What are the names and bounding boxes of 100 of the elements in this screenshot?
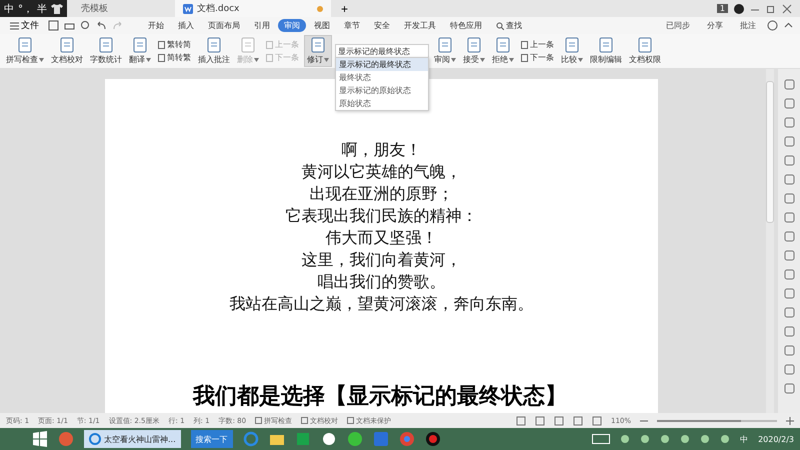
check-box-icon	[301, 417, 308, 424]
ribbon-tab[interactable]: 页面布局	[202, 19, 246, 32]
menu-item[interactable]: 原始状态	[336, 96, 428, 110]
shirt-icon	[51, 4, 63, 14]
view-icon[interactable]	[572, 416, 583, 426]
ribbon-tab[interactable]: 章节	[338, 19, 366, 32]
square-icon[interactable]	[784, 98, 794, 109]
app-icon[interactable]	[294, 431, 311, 447]
toolbar-link[interactable]: 已同步	[660, 19, 696, 32]
ribbon-tab[interactable]: 视图	[308, 19, 336, 32]
ribbon-tab[interactable]: 开发工具	[398, 19, 442, 32]
close-icon[interactable]	[782, 4, 792, 14]
ribbon-button[interactable]: 文档校对	[49, 36, 85, 66]
search-button[interactable]: 搜索一下	[190, 430, 233, 448]
tray-icon[interactable]	[680, 434, 690, 444]
browser-icon	[89, 433, 101, 445]
document-icon	[310, 37, 326, 53]
square-icon[interactable]	[784, 193, 794, 204]
document-icon	[564, 37, 580, 53]
view-icon[interactable]	[534, 416, 545, 426]
square-icon[interactable]	[784, 345, 794, 356]
square-icon[interactable]	[784, 117, 794, 128]
undo-icon[interactable]	[96, 20, 107, 31]
ribbon-tab[interactable]: 开始	[142, 19, 170, 32]
plus-icon[interactable]	[786, 416, 794, 424]
square-icon[interactable]	[784, 155, 794, 166]
help-icon[interactable]	[767, 20, 778, 31]
ribbon-button[interactable]: 拼写检查	[4, 36, 46, 66]
new-tab-button[interactable]: +	[337, 2, 352, 16]
tray-icon[interactable]	[660, 434, 670, 444]
taskbar-window[interactable]: 太空看火神山雷神...	[84, 430, 181, 448]
menu-item[interactable]: 显示标记的最终状态	[336, 58, 428, 70]
ribbon-tab[interactable]: 引用	[248, 19, 276, 32]
ribbon-button[interactable]: 比较	[559, 36, 585, 66]
menu-item[interactable]: 最终状态	[336, 70, 428, 84]
scrollbar[interactable]	[766, 69, 774, 413]
poem-line: 唱出我们的赞歌。	[318, 271, 446, 293]
square-icon[interactable]	[784, 231, 794, 242]
tray-icon[interactable]	[720, 434, 730, 444]
ribbon-button[interactable]: 拒绝	[490, 36, 516, 66]
square-icon[interactable]	[784, 79, 794, 90]
ribbon-button[interactable]: 简转繁	[156, 52, 193, 63]
toolbar-link[interactable]: 批注	[734, 19, 762, 32]
document-icon	[98, 37, 114, 53]
ribbon-button[interactable]: 限制编辑	[588, 36, 624, 66]
ribbon-tab[interactable]: 插入	[172, 19, 200, 32]
ribbon-button[interactable]: 上一条	[519, 39, 556, 50]
ribbon-button[interactable]: 繁转简	[156, 39, 193, 50]
view-icon[interactable]	[592, 416, 602, 426]
document-icon	[206, 37, 222, 53]
poem-line: 出现在亚洲的原野；	[310, 183, 454, 205]
windows-logo-icon[interactable]	[32, 431, 48, 447]
tray-icon[interactable]	[620, 434, 630, 444]
ribbon-button[interactable]: 接受	[461, 36, 487, 66]
ribbon-button[interactable]: 插入批注	[196, 36, 232, 66]
poem-line: 它表现出我们民族的精神：	[286, 205, 478, 227]
toolbar-link[interactable]: 分享	[701, 19, 729, 32]
ribbon-tab[interactable]: 特色应用	[444, 19, 488, 32]
input-method-bar[interactable]: 中 °， 半	[0, 0, 67, 17]
document-icon	[637, 37, 653, 53]
clock-date[interactable]: 2020/2/3	[758, 434, 794, 444]
square-icon[interactable]	[784, 269, 794, 280]
ribbon-button[interactable]: 字数统计	[88, 36, 124, 66]
poem-line: 黄河以它英雄的气魄，	[302, 161, 462, 183]
menu-item[interactable]: 显示标记的原始状态	[336, 84, 428, 96]
poem-line: 这里，我们向着黄河，	[302, 249, 462, 271]
ribbon-button[interactable]: 翻译	[127, 36, 153, 66]
document-icon	[17, 37, 33, 53]
ime-indicator[interactable]: 中	[740, 434, 748, 444]
display-combo[interactable]: 显示标记的最终状态	[335, 44, 429, 58]
view-icon[interactable]	[554, 416, 564, 426]
document-icon	[183, 4, 193, 14]
view-icon[interactable]	[516, 416, 526, 426]
square-icon[interactable]	[784, 307, 794, 318]
document-tab[interactable]: 文档.docx	[175, 0, 331, 17]
tray-icon[interactable]	[640, 434, 650, 444]
square-icon[interactable]	[784, 136, 794, 147]
square-icon[interactable]	[784, 250, 794, 261]
ribbon-button[interactable]: 文档权限	[627, 36, 663, 66]
poem-line: 我站在高山之巅，望黄河滚滚，奔向东南。	[230, 293, 534, 315]
record-icon[interactable]	[424, 431, 441, 447]
tray-icon[interactable]	[700, 434, 710, 444]
document-tab[interactable]: 壳模板	[73, 0, 169, 17]
ribbon-tab[interactable]: 审阅	[278, 19, 306, 32]
square-icon[interactable]	[784, 288, 794, 299]
square-icon[interactable]	[784, 212, 794, 223]
avatar-icon[interactable]	[734, 4, 744, 14]
square-icon[interactable]	[784, 364, 794, 375]
square-icon[interactable]	[784, 174, 794, 185]
ribbon-button[interactable]: 修订	[304, 35, 332, 67]
check-box-icon	[347, 417, 354, 424]
restore-icon[interactable]	[766, 4, 776, 14]
ribbon-tab[interactable]: 安全	[368, 19, 396, 32]
search-button[interactable]: 查找	[490, 19, 528, 32]
file-menu[interactable]: 文件	[6, 19, 43, 32]
ribbon-button[interactable]: 审阅	[432, 36, 458, 66]
ribbon-button[interactable]: 下一条	[519, 52, 556, 63]
browser-icon[interactable]	[346, 431, 363, 447]
square-icon[interactable]	[784, 383, 794, 394]
square-icon[interactable]	[784, 326, 794, 337]
